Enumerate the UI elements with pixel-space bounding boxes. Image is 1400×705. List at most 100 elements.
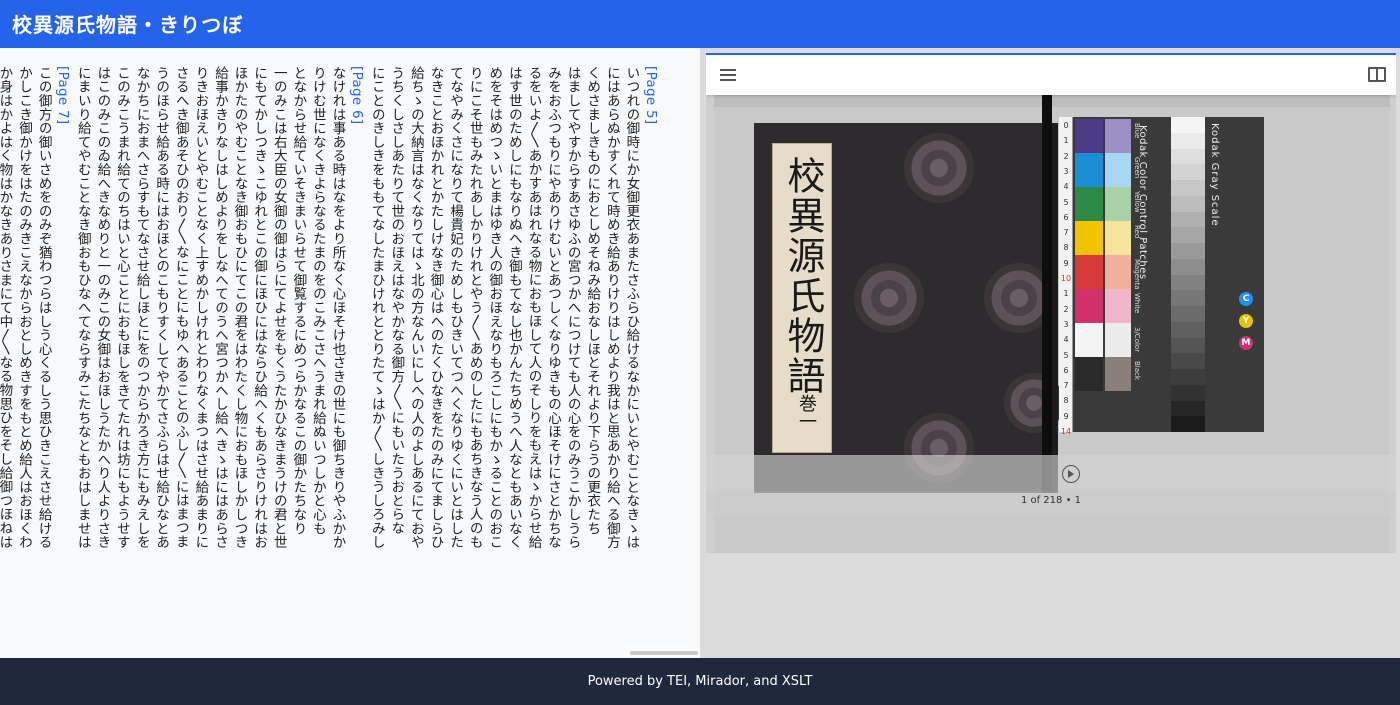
- color-patch: [1075, 153, 1103, 187]
- ruler: 0 1 2 3 4 5 6 7 8 9 10 1 2 3 4 5 6 7 8 9 14: [1059, 117, 1073, 436]
- title-label: 校異源氏物語 巻一: [772, 143, 832, 453]
- book-volume: 巻一: [796, 394, 817, 430]
- magenta-marker: M: [1239, 336, 1253, 350]
- text-line: いつれの御時にか女御更衣あまたさふらひ給けるなかにいとやむことなきゝは: [623, 66, 640, 549]
- color-patch: [1105, 323, 1131, 357]
- horizontal-scrollbar[interactable]: [630, 651, 698, 655]
- color-patch: [1075, 357, 1103, 391]
- transcription-panel[interactable]: [Page 5] いつれの御時にか女御更衣あまたさふらひ給けるなかにいとやむこと…: [0, 48, 700, 658]
- color-patch: [1075, 255, 1103, 289]
- page-counter: 1 of 218 • 1: [1020, 495, 1082, 506]
- page-marker-6[interactable]: [Page 6]: [347, 66, 367, 586]
- canvas-edge: [714, 95, 1390, 107]
- next-page-button[interactable]: [1062, 465, 1080, 483]
- ruler-tick: 4: [1063, 182, 1069, 192]
- transcription-text: [Page 5] いつれの御時にか女御更衣あまたさふらひ給けるなかにいとやむこと…: [0, 66, 660, 586]
- footer-text: Powered by TEI, Mirador, and XSLT: [587, 674, 813, 689]
- text-line: なけれは事ある時はなをより所なく心ほそけ也さきの世にも御ちきりやふかか: [329, 66, 346, 549]
- gray-scale-strip: [1171, 117, 1205, 432]
- text-line: はこのみこのゐ給へきなめりと一のみこの女御はおほしうたかへり人よりさき: [94, 66, 111, 549]
- text-line: うちくしさしあたりて世のおほえはなやかなる御方〳〵にもいたうおとらな: [388, 66, 405, 535]
- text-line: はす世のためしにもなりぬへき御もてなし也かんたちめうへ人なともあいなく: [505, 66, 522, 549]
- color-patches-label: Kodak Color Control Patches: [1137, 125, 1148, 280]
- gray-scale-label: Kodak Gray Scale: [1209, 123, 1220, 227]
- color-patch: [1075, 119, 1103, 153]
- color-patch: [1105, 153, 1131, 187]
- yellow-marker: Y: [1239, 314, 1253, 328]
- text-line: ほかたのやむことなき御おもひにてこの君をはわたくし物におもほしかしつき: [231, 66, 248, 549]
- ruler-tick: 7: [1063, 228, 1069, 238]
- ruler-tick: 8: [1063, 396, 1069, 406]
- text-line: はましてやすからすあさゆふの宮つかへにつけても人の心をのみうこかしうら: [564, 66, 581, 549]
- color-target: 0 1 2 3 4 5 6 7 8 9 10 1 2 3 4 5 6 7 8 9 14 Blue Green Yellow R…: [1059, 117, 1264, 436]
- ruler-tick: 0: [1063, 121, 1069, 130]
- text-line: にまいり給てやむことなき御おもひなへてならすみこたちなともおはしませは: [74, 66, 91, 549]
- page-marker-7[interactable]: [Page 7]: [53, 66, 73, 586]
- cover-motif: [904, 133, 974, 203]
- text-line: うのほらせ給ある時にはおほとのこもりすくしてやかてさふらはせ給ひなとあ: [153, 66, 170, 549]
- text-line: にもてかしつきゝこゆれとこの御にほひにはならひ給へくもあらさりけれはお: [251, 66, 268, 549]
- text-line: りにこそ世もみたれあしかりけれとやう〳〵あめのしたにもあちきなう人のも: [466, 66, 483, 549]
- text-line: にはあらぬかすくれて時めき給ありけりはしめより我はと思あかり給へる御方: [603, 66, 620, 549]
- text-line: このみこうまれ給てのちはいと心ことにおもほしをきてたれは坊にもようせす: [113, 66, 130, 549]
- patch-label: Black: [1133, 361, 1141, 380]
- ruler-tick: 3: [1063, 319, 1069, 329]
- color-patch: [1105, 221, 1131, 255]
- ruler-tick: 1: [1063, 289, 1069, 299]
- ruler-tick: 8: [1063, 243, 1069, 253]
- text-line: なかちにおまへさらすもてなさせ給しほとにをのつからかろき方にもみえしを: [133, 66, 150, 549]
- text-line: 給ちゝの大納言はなくなりてはゝ北の方なんいにしへの人のよしあるにておや: [407, 66, 424, 549]
- ruler-tick: 6: [1063, 365, 1069, 375]
- color-patch: [1105, 119, 1131, 153]
- text-line: 給事かきりなしはしめよりをしなへてのうへ宮つかへし給へきゝはにはあらさ: [211, 66, 228, 549]
- ruler-tick: 7: [1063, 381, 1069, 391]
- patch-label: 3/Color: [1133, 327, 1141, 353]
- book-view-icon[interactable]: [1368, 67, 1386, 82]
- text-line: となからせ給ていそきまいらせて御覧するにめつらかなるこの御かたちなり: [290, 66, 307, 536]
- ruler-tick: 10: [1060, 274, 1072, 283]
- text-line: か身はかよはく物はかなきありさまにて中〳〵なる物思ひをそし給御つほねは: [0, 66, 13, 549]
- book-cover: 校異源氏物語 巻一: [754, 123, 1064, 493]
- text-line: みをおふつもりにやありけむいとあつしくなりゆきもの心ほそけにさとかちな: [545, 66, 562, 549]
- text-line: りきおほえいとやむことなく上すめかしけれとわりなくまつはさせ給あまりに: [192, 66, 209, 549]
- ruler-tick: 5: [1063, 350, 1069, 360]
- viewer-toolbar: [706, 55, 1396, 95]
- text-line: 一のみこは右大臣の女御の御はらにてよせをもくうたかひなきまうけの君と世: [270, 66, 287, 549]
- viewer-panel: 校異源氏物語 巻一 0 1 2 3 4 5 6 7 8 9 10 1 2 3 4 5 6 7 8 9 14 Blue Gr…: [700, 48, 1400, 658]
- page-marker-5[interactable]: [Page 5]: [640, 66, 660, 586]
- text-line: りけむ世になくきよらなるたまのをのこみこさへうまれ給ぬいつしかと心も: [309, 66, 326, 536]
- color-patch: [1075, 323, 1103, 357]
- ruler-tick: 5: [1063, 197, 1069, 207]
- text-line: さるへき御あそひのおり〳〵なにことにもゆへあることのふし〳〵にはまつま: [172, 66, 189, 549]
- app-header: 校異源氏物語・きりつぼ: [0, 0, 1400, 48]
- text-line: この御方の御いさめをのみぞ猶わつらはしう心くるしう思ひきこえさせ給ける: [35, 66, 52, 549]
- patch-label: White: [1133, 293, 1141, 314]
- text-line: るをいよ〳〵あかすあはれなる物におもほして人のそしりをもえはゝからせ給: [525, 66, 542, 549]
- color-patch: [1075, 187, 1103, 221]
- color-patch: [1075, 289, 1103, 323]
- color-patch: [1105, 187, 1131, 221]
- mirador-window: 校異源氏物語 巻一 0 1 2 3 4 5 6 7 8 9 10 1 2 3 4 5 6 7 8 9 14 Blue Gr…: [706, 53, 1396, 553]
- ruler-tick: 14: [1060, 427, 1072, 436]
- book-edge: [1052, 123, 1058, 493]
- hamburger-menu-icon[interactable]: [720, 69, 736, 81]
- book-title: 校異源氏物語: [781, 156, 825, 396]
- page-navigation: [706, 455, 1396, 491]
- previous-page-button[interactable]: [1022, 465, 1040, 483]
- book-spine: [1042, 95, 1052, 493]
- ruler-tick: 3: [1063, 166, 1069, 176]
- text-line: めをそはめつゝいとまはゆき人の御おほえなりもろこしにもかゝることのおこ: [486, 66, 503, 549]
- page-title: 校異源氏物語・きりつぼ: [12, 13, 244, 37]
- ruler-tick: 1: [1063, 136, 1069, 146]
- ruler-tick: 4: [1063, 335, 1069, 345]
- app-footer: Powered by TEI, Mirador, and XSLT: [0, 658, 1400, 705]
- text-line: くめさましきものにおとしめそねみ給おなしほとそれより下らうの更衣たち: [584, 66, 601, 536]
- color-patch: [1075, 221, 1103, 255]
- cyan-marker: C: [1239, 292, 1253, 306]
- color-patch: [1105, 357, 1131, 391]
- text-line: なきことおほかれとかたしけなき御心はへのたくひなきをたのみにてましらひ: [427, 66, 444, 549]
- text-line: かしこき御かけをはたのみきこえなからおとしめきすをもとめ給人はおほくわ: [16, 66, 32, 549]
- ruler-tick: 9: [1063, 258, 1069, 268]
- ruler-tick: 9: [1063, 411, 1069, 421]
- ruler-tick: 2: [1063, 304, 1069, 314]
